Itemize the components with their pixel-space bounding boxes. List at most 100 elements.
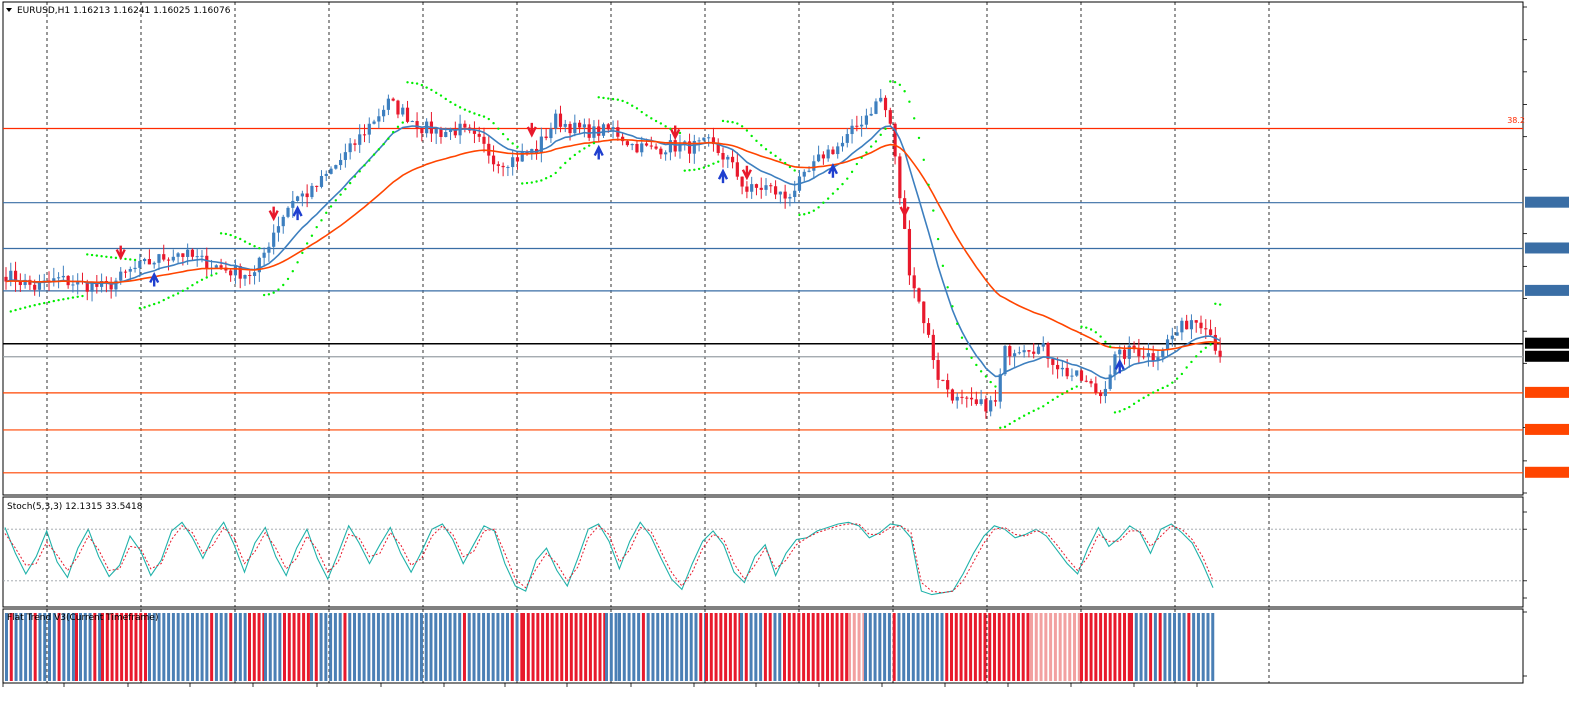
candle-body bbox=[434, 128, 438, 134]
candle-body bbox=[171, 256, 175, 261]
candle-body bbox=[869, 113, 873, 116]
candle-body bbox=[401, 107, 405, 115]
candle-body bbox=[544, 136, 548, 139]
sar-dot bbox=[19, 307, 22, 311]
flat-trend-bar bbox=[969, 613, 973, 681]
sar-dot bbox=[1204, 346, 1207, 349]
candle-body bbox=[1208, 329, 1213, 335]
flat-trend-bar bbox=[1063, 613, 1067, 681]
flat-trend-bar bbox=[907, 613, 911, 681]
flat-trend-bar bbox=[680, 613, 684, 681]
candle-body bbox=[176, 253, 180, 257]
candle-body bbox=[1170, 335, 1174, 340]
sar-dot bbox=[248, 242, 251, 246]
sar-dot bbox=[478, 113, 481, 117]
sar-dot bbox=[243, 240, 247, 243]
sar-dot bbox=[114, 256, 118, 260]
sar-dot bbox=[1118, 410, 1121, 413]
sar-dot bbox=[975, 363, 978, 367]
flat-trend-bar bbox=[224, 613, 228, 681]
sar-dot bbox=[573, 153, 577, 157]
candle-body bbox=[515, 157, 520, 162]
sar-dot bbox=[152, 302, 156, 306]
flat-trend-bar bbox=[214, 613, 218, 681]
flat-trend-bar bbox=[278, 613, 282, 681]
flat-trend-bar bbox=[811, 613, 815, 681]
candle-body bbox=[152, 262, 156, 265]
flat-trend-bar bbox=[1182, 613, 1186, 681]
flat-trend-bar bbox=[139, 613, 143, 681]
flat-trend-bar bbox=[787, 613, 791, 681]
sar-dot bbox=[592, 141, 596, 145]
sar-dot bbox=[210, 274, 213, 277]
flat-trend-bar bbox=[541, 613, 545, 681]
flat-trend-bar bbox=[264, 613, 267, 681]
candle-body bbox=[1027, 350, 1031, 352]
flat-trend-bar bbox=[1192, 613, 1196, 681]
level-badge bbox=[1525, 242, 1569, 254]
sar-dot bbox=[578, 150, 581, 153]
sar-dot bbox=[90, 253, 94, 257]
trading-chart[interactable]: EURUSD,H1 1.16213 1.16241 1.16025 1.1607… bbox=[0, 0, 1596, 716]
flat-trend-bar bbox=[826, 613, 830, 681]
sar-dot bbox=[994, 385, 997, 388]
sar-dot bbox=[143, 306, 146, 309]
flat-trend-bar bbox=[684, 613, 688, 681]
flat-trend-bar bbox=[9, 613, 13, 681]
flat-trend-bar bbox=[302, 613, 306, 681]
sar-dot bbox=[1104, 340, 1107, 344]
candle-body bbox=[1036, 346, 1041, 354]
flat-trend-bar bbox=[1139, 613, 1143, 681]
flat-trend-bar bbox=[482, 613, 486, 681]
sar-dot bbox=[616, 98, 620, 101]
sar-dot bbox=[874, 140, 878, 143]
candle-body bbox=[587, 124, 591, 138]
flat-trend-bar bbox=[439, 613, 443, 681]
sar-dot bbox=[286, 277, 290, 281]
sar-dot bbox=[1065, 390, 1069, 393]
flat-trend-bar bbox=[14, 613, 18, 681]
flat-trend-bar bbox=[1118, 613, 1122, 681]
flat-trend-bar bbox=[1094, 613, 1098, 681]
sar-dot bbox=[745, 129, 749, 132]
flat-trend-bar bbox=[733, 613, 737, 681]
flat-trend-bar bbox=[588, 613, 592, 681]
candle-body bbox=[1103, 388, 1107, 397]
flat-trend-bar bbox=[448, 613, 452, 681]
flat-trend-bar bbox=[329, 613, 333, 681]
flat-trend-bar bbox=[1103, 613, 1107, 681]
flat-trend-bar bbox=[167, 613, 171, 681]
sar-dot bbox=[803, 213, 806, 216]
flat-trend-bar bbox=[1211, 613, 1215, 681]
flat-trend-bar bbox=[830, 613, 834, 681]
sar-dot bbox=[358, 170, 361, 173]
sar-dot bbox=[554, 171, 557, 175]
candle-body bbox=[133, 267, 137, 270]
flat-trend-bar bbox=[376, 613, 380, 681]
flat-trend-bar bbox=[24, 613, 28, 681]
flat-trend-bar bbox=[959, 613, 963, 681]
sar-dot bbox=[1113, 411, 1117, 414]
flat-trend-bar bbox=[973, 613, 977, 681]
sar-dot bbox=[391, 130, 395, 134]
candle-body bbox=[697, 140, 701, 142]
sar-dot bbox=[368, 159, 371, 162]
sar-dot bbox=[377, 148, 381, 151]
sar-dot bbox=[999, 426, 1002, 430]
candle-body bbox=[334, 165, 338, 169]
candle-body bbox=[735, 162, 739, 177]
flat-trend-bar bbox=[491, 613, 495, 681]
sar-dot bbox=[783, 161, 787, 165]
candle-body bbox=[850, 125, 854, 135]
flat-trend-bar bbox=[579, 613, 583, 681]
flat-trend-bar bbox=[778, 613, 782, 681]
sar-dot bbox=[525, 181, 529, 185]
candle-body bbox=[405, 107, 410, 122]
flat-trend-bar bbox=[234, 613, 238, 681]
sar-dot bbox=[501, 132, 505, 136]
sar-dot bbox=[62, 298, 65, 301]
candle-body bbox=[745, 186, 749, 192]
sar-dot bbox=[1046, 401, 1050, 405]
candle-body bbox=[807, 170, 811, 172]
candle-body bbox=[477, 133, 481, 137]
